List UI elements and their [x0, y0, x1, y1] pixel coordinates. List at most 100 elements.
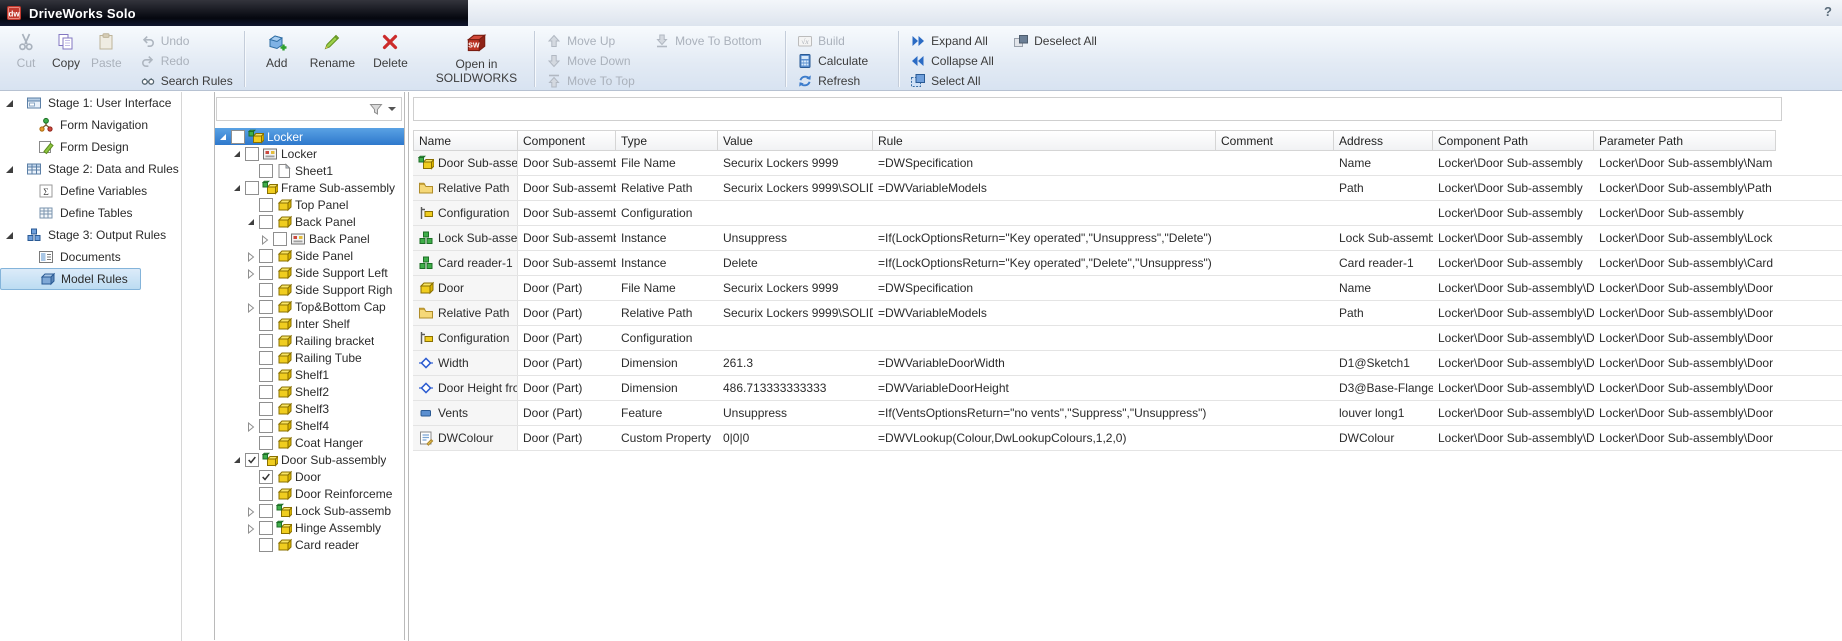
tree-checkbox[interactable] [259, 418, 273, 433]
tree-item-back-panel[interactable]: Back Panel [215, 213, 404, 230]
tree-checkbox[interactable] [259, 265, 273, 280]
tree-checkbox[interactable] [245, 452, 259, 467]
build-button[interactable]: √x Build [792, 31, 850, 50]
expander-icon[interactable] [6, 99, 13, 107]
tree-expander[interactable] [231, 456, 242, 463]
tree-item-lock-sub-assemb[interactable]: Lock Sub-assemb [215, 502, 404, 519]
tree-checkbox[interactable] [259, 435, 273, 450]
copy-button[interactable]: Copy [46, 28, 86, 72]
move-down-button[interactable]: Move Down [541, 51, 649, 70]
cell-rule[interactable]: =If(VentsOptionsReturn="no vents","Suppr… [873, 401, 1216, 425]
cell-component_path[interactable]: Locker\Door Sub-assembly\D [1433, 301, 1594, 325]
paste-button[interactable]: Paste [86, 28, 127, 72]
tree-checkbox[interactable] [259, 197, 273, 212]
table-row[interactable]: Vents Door (Part) Feature Unsuppress =If(Ven… [413, 401, 1842, 426]
cell-comment[interactable] [1216, 326, 1334, 350]
cell-component[interactable]: Door Sub-assemb [518, 251, 616, 275]
cell-value[interactable] [718, 326, 873, 350]
column-header-value[interactable]: Value [718, 130, 873, 151]
tree-checkbox[interactable] [245, 146, 259, 161]
tree-item-side-panel[interactable]: Side Panel [215, 247, 404, 264]
expander-icon[interactable] [6, 165, 13, 173]
cell-address[interactable]: Card reader-1 [1334, 251, 1433, 275]
tree-item-railing-tube[interactable]: Railing Tube [215, 349, 404, 366]
cell-parameter_path[interactable]: Locker\Door Sub-assembly\Path [1594, 176, 1776, 200]
cell-name[interactable]: Configuration [413, 326, 518, 350]
cell-component_path[interactable]: Locker\Door Sub-assembly\D [1433, 426, 1594, 450]
column-header-component-path[interactable]: Component Path [1433, 130, 1594, 151]
table-row[interactable]: Configuration Door (Part) Configuration Loc… [413, 326, 1842, 351]
cell-address[interactable] [1334, 201, 1433, 225]
tree-checkbox[interactable] [259, 503, 273, 518]
tree-item-shelf2[interactable]: Shelf2 [215, 383, 404, 400]
cell-rule[interactable]: =DWSpecification [873, 151, 1216, 175]
column-header-component[interactable]: Component [518, 130, 616, 151]
tree-item-side-support-left[interactable]: Side Support Left [215, 264, 404, 281]
tree-checkbox[interactable] [245, 180, 259, 195]
sidebar-item-form-navigation[interactable]: Form Navigation [0, 114, 181, 136]
cell-value[interactable]: Delete [718, 251, 873, 275]
refresh-button[interactable]: Refresh [792, 71, 865, 90]
cell-name[interactable]: Card reader-1 [413, 251, 518, 275]
open-in-solidworks-button[interactable]: SW Open in SOLIDWORKS [431, 28, 522, 88]
cell-name[interactable]: Vents [413, 401, 518, 425]
cell-address[interactable] [1334, 326, 1433, 350]
cell-comment[interactable] [1216, 351, 1334, 375]
tree-checkbox[interactable] [259, 350, 273, 365]
cell-component_path[interactable]: Locker\Door Sub-assembly [1433, 226, 1594, 250]
cell-parameter_path[interactable]: Locker\Door Sub-assembly [1594, 201, 1776, 225]
tree-item-top-bottom-cap[interactable]: Top&Bottom Cap [215, 298, 404, 315]
column-header-parameter-path[interactable]: Parameter Path [1594, 130, 1776, 151]
table-row[interactable]: Door Door (Part) File Name Securix Lockers … [413, 276, 1842, 301]
cell-component[interactable]: Door Sub-assemb [518, 201, 616, 225]
tree-item-coat-hanger[interactable]: Coat Hanger [215, 434, 404, 451]
tree-expander[interactable] [231, 150, 242, 157]
cell-parameter_path[interactable]: Locker\Door Sub-assembly\Door [1594, 301, 1776, 325]
move-to-top-button[interactable]: Move To Top [541, 71, 649, 90]
cell-rule[interactable]: =DWSpecification [873, 276, 1216, 300]
cell-name[interactable]: Width [413, 351, 518, 375]
cell-rule[interactable]: =DWVariableDoorWidth [873, 351, 1216, 375]
cell-parameter_path[interactable]: Locker\Door Sub-assembly\Door [1594, 426, 1776, 450]
tree-expander[interactable] [217, 133, 228, 140]
move-up-button[interactable]: Move Up [541, 31, 649, 50]
sidebar-item-stage-3-output-rules[interactable]: Stage 3: Output Rules [0, 224, 181, 246]
tree-checkbox[interactable] [259, 333, 273, 348]
cell-type[interactable]: Instance [616, 251, 718, 275]
tree-item-door-reinforceme[interactable]: Door Reinforceme [215, 485, 404, 502]
cell-value[interactable]: Unsuppress [718, 401, 873, 425]
redo-button[interactable]: Redo [135, 51, 195, 70]
cell-address[interactable]: Path [1334, 176, 1433, 200]
table-row[interactable]: Configuration Door Sub-assemb Configuratio… [413, 201, 1842, 226]
cell-parameter_path[interactable]: Locker\Door Sub-assembly\Door [1594, 376, 1776, 400]
cell-component_path[interactable]: Locker\Door Sub-assembly [1433, 201, 1594, 225]
search-rules-button[interactable]: Search Rules [135, 71, 238, 90]
cell-address[interactable]: louver long1 [1334, 401, 1433, 425]
tree-checkbox[interactable] [259, 384, 273, 399]
sidebar-item-define-tables[interactable]: Define Tables [0, 202, 181, 224]
table-row[interactable]: DWColour Door (Part) Custom Property 0|0|0 =… [413, 426, 1842, 451]
cell-component_path[interactable]: Locker\Door Sub-assembly [1433, 176, 1594, 200]
sidebar-item-form-design[interactable]: Form Design [0, 136, 181, 158]
tree-item-locker[interactable]: Locker [215, 145, 404, 162]
cell-rule[interactable]: =DWVariableModels [873, 176, 1216, 200]
cell-comment[interactable] [1216, 426, 1334, 450]
tree-item-door[interactable]: Door [215, 468, 404, 485]
tree-item-hinge-assembly[interactable]: Hinge Assembly [215, 519, 404, 536]
move-to-bottom-button[interactable]: Move To Bottom [649, 31, 779, 50]
collapse-all-button[interactable]: Collapse All [905, 51, 1008, 70]
cell-comment[interactable] [1216, 376, 1334, 400]
tree-checkbox[interactable] [273, 231, 287, 246]
cell-component[interactable]: Door (Part) [518, 351, 616, 375]
tree-expander[interactable] [245, 506, 256, 517]
cell-value[interactable]: 486.713333333333 [718, 376, 873, 400]
cell-parameter_path[interactable]: Locker\Door Sub-assembly\Card [1594, 251, 1776, 275]
sidebar-item-model-rules[interactable]: Model Rules [0, 268, 141, 290]
cell-component[interactable]: Door (Part) [518, 326, 616, 350]
tree-expander[interactable] [245, 251, 256, 262]
tree-item-frame-sub-assembly[interactable]: Frame Sub-assembly [215, 179, 404, 196]
tree-checkbox[interactable] [259, 401, 273, 416]
tree-item-card-reader[interactable]: Card reader [215, 536, 404, 553]
cell-type[interactable]: Configuration [616, 326, 718, 350]
cell-type[interactable]: Dimension [616, 376, 718, 400]
